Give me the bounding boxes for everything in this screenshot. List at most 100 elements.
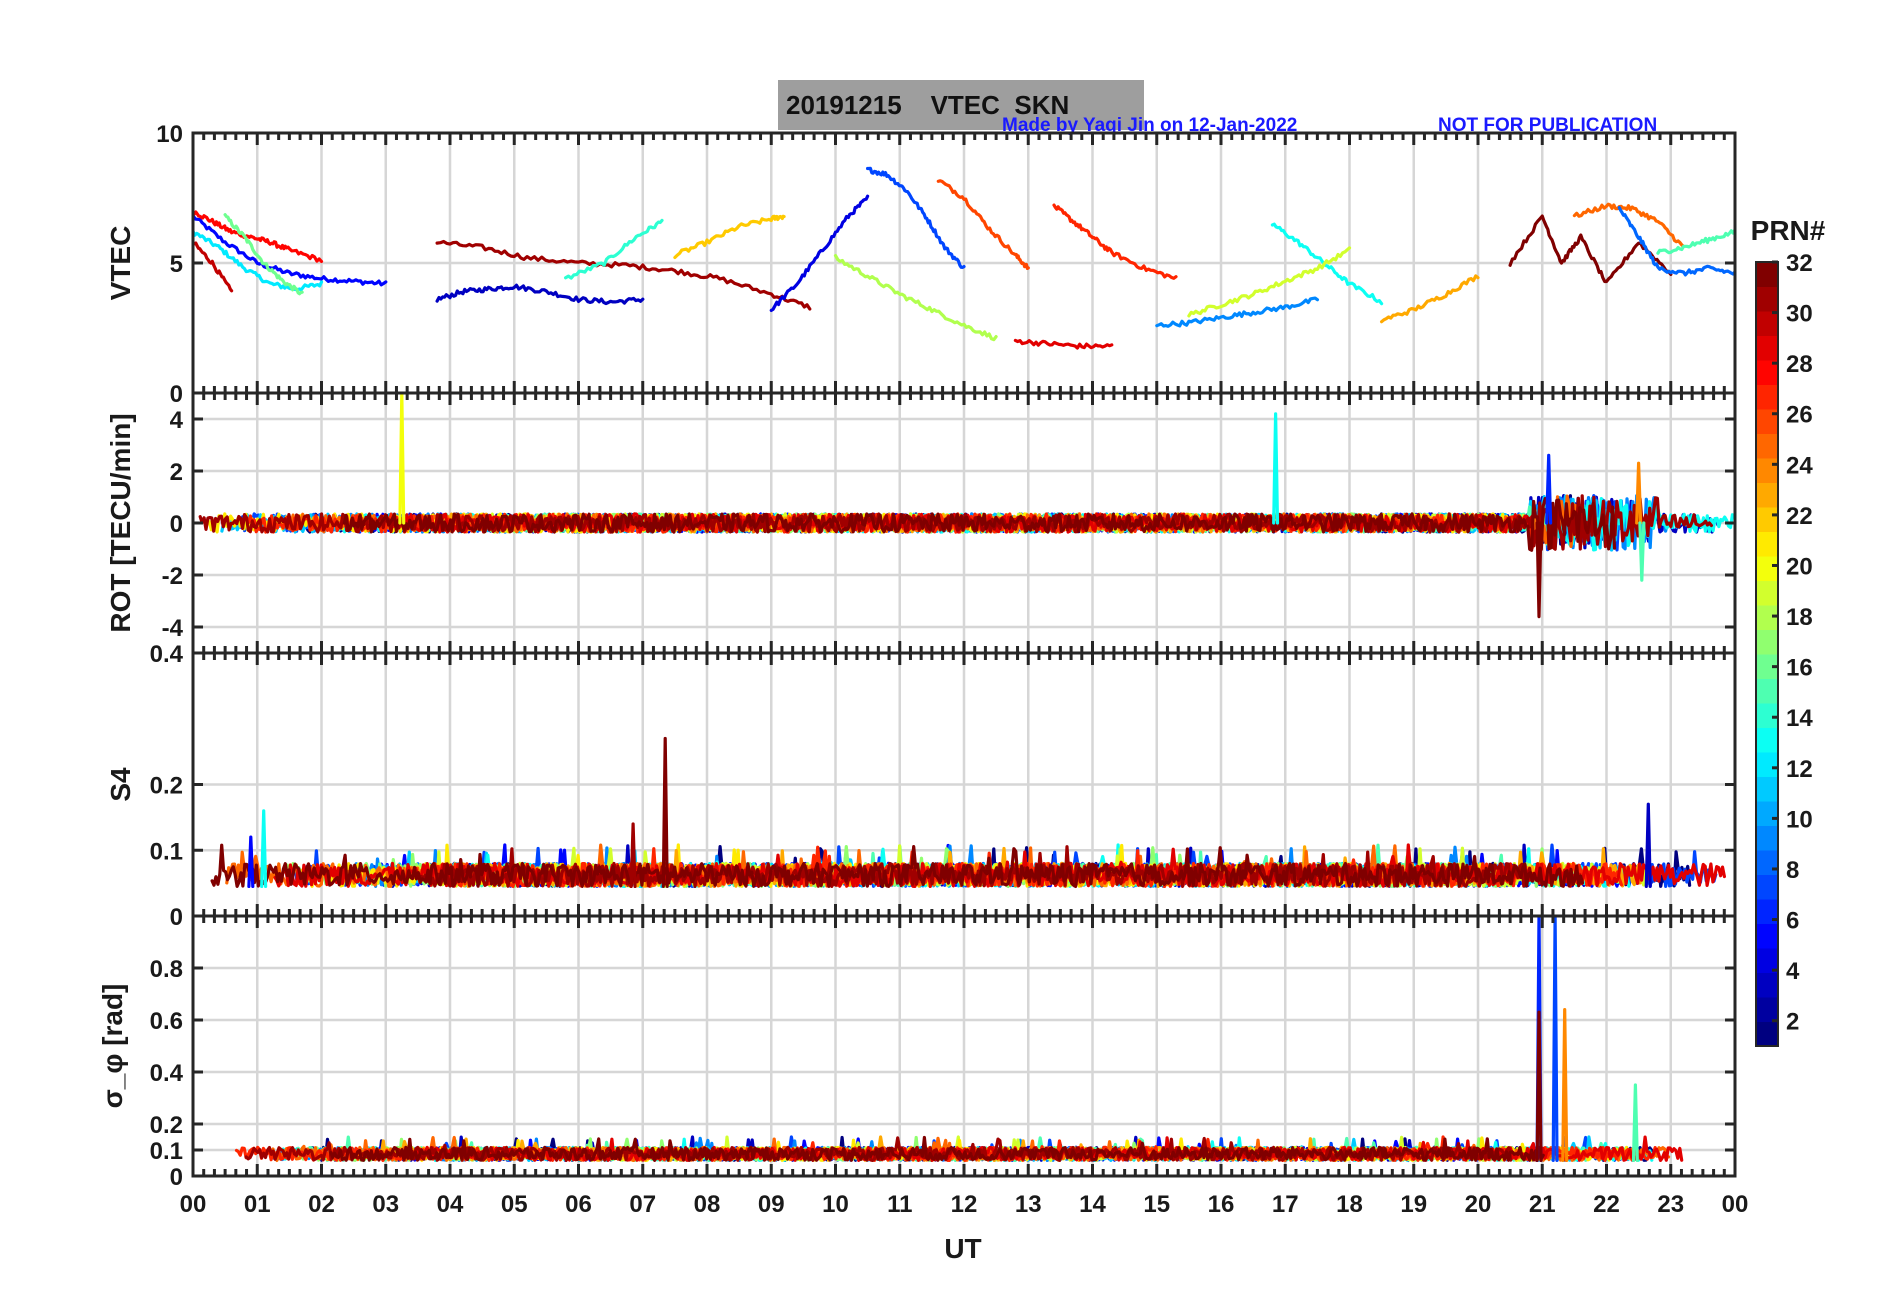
colorbar-segment bbox=[1756, 776, 1778, 802]
colorbar-segment bbox=[1756, 997, 1778, 1022]
colorbar-tick-label: 16 bbox=[1786, 655, 1813, 682]
y-tick-label: -2 bbox=[162, 563, 183, 590]
vtec-y-axis-label: VTEC bbox=[105, 226, 136, 301]
x-tick-label: 11 bbox=[887, 1191, 912, 1218]
x-tick-label: 00 bbox=[1722, 1191, 1749, 1218]
y-tick-label: 0.1 bbox=[150, 838, 183, 865]
colorbar-tick-label: 32 bbox=[1786, 250, 1813, 277]
colorbar-segment bbox=[1756, 507, 1778, 532]
colorbar-segment bbox=[1756, 531, 1778, 557]
x-tick-label: 22 bbox=[1593, 1191, 1620, 1218]
y-tick-label: 4 bbox=[170, 407, 184, 434]
x-tick-label: 09 bbox=[758, 1191, 785, 1218]
colorbar-segment bbox=[1756, 678, 1778, 704]
vtec-trace-prn-19 bbox=[1187, 246, 1352, 318]
vtec-grid bbox=[191, 131, 1737, 395]
colorbar-segment bbox=[1756, 311, 1778, 336]
x-tick-label: 16 bbox=[1208, 1191, 1235, 1218]
colorbar-tick-label: 2 bbox=[1786, 1009, 1799, 1036]
x-tick-label: 21 bbox=[1529, 1191, 1556, 1218]
colorbar: 2468101214161820222426283032 bbox=[1755, 250, 1813, 1047]
vtec-trace-prn-22 bbox=[673, 214, 786, 260]
vtec-y-ticks: 0 5 10 bbox=[156, 121, 1735, 408]
colorbar-tick-label: 6 bbox=[1786, 908, 1799, 935]
colorbar-segment bbox=[1756, 923, 1778, 949]
panels: 0510VTEC-4-2024ROT [TECU/min]00.10.20.4S… bbox=[97, 121, 1737, 1191]
x-tick-label: 07 bbox=[629, 1191, 656, 1218]
colorbar-title: PRN# bbox=[1751, 215, 1826, 246]
colorbar-tick-label: 30 bbox=[1786, 301, 1813, 328]
vtec-trace-prn-23 bbox=[1380, 274, 1480, 324]
y-tick-label: 0.2 bbox=[150, 1112, 183, 1139]
colorbar-tick-label: 12 bbox=[1786, 756, 1813, 783]
colorbar-segment bbox=[1756, 703, 1778, 728]
s4-spike-prn-13 bbox=[260, 809, 268, 888]
x-tick-label: 14 bbox=[1079, 1191, 1106, 1218]
rot-spike-prn-13 bbox=[1272, 412, 1280, 525]
y-tick-label: 5 bbox=[170, 251, 183, 278]
x-tick-label: 17 bbox=[1272, 1191, 1299, 1218]
x-tick-label: 05 bbox=[501, 1191, 528, 1218]
vtec-trace-prn-3 bbox=[435, 283, 645, 306]
x-tick-label: 15 bbox=[1143, 1191, 1170, 1218]
s4-y-axis-label: S4 bbox=[105, 767, 136, 802]
vtec-trace-prn-4 bbox=[769, 194, 870, 312]
colorbar-segment bbox=[1756, 482, 1778, 508]
colorbar-segment bbox=[1756, 972, 1778, 998]
y-tick-label: 0.8 bbox=[150, 956, 183, 983]
x-tick-label: 06 bbox=[565, 1191, 592, 1218]
colorbar-tick-label: 8 bbox=[1786, 857, 1799, 884]
x-tick-label: 12 bbox=[951, 1191, 978, 1218]
y-tick-label: 0 bbox=[170, 1164, 183, 1191]
x-tick-label: 03 bbox=[372, 1191, 399, 1218]
colorbar-segment bbox=[1756, 335, 1778, 361]
colorbar-tick-label: 26 bbox=[1786, 402, 1813, 429]
x-tick-labels: 00 01 02 03 04 05 06 07 08 09 10 11 12 13 14 15 16 17 18 19… bbox=[180, 1191, 1749, 1218]
colorbar-tick-label: 20 bbox=[1786, 553, 1813, 580]
colorbar-segment bbox=[1756, 384, 1778, 410]
colorbar-segment bbox=[1756, 1021, 1778, 1047]
vtec-trace-prn-18 bbox=[833, 254, 998, 342]
sigma_phi-y-axis-label: σ_φ [rad] bbox=[97, 984, 128, 1109]
colorbar-segment bbox=[1756, 874, 1778, 900]
x-tick-label: 01 bbox=[244, 1191, 271, 1218]
rot-traces bbox=[198, 393, 1734, 619]
colorbar-segment bbox=[1756, 825, 1778, 851]
y-tick-label: 0 bbox=[170, 381, 183, 408]
vtec-trace-prn-31 bbox=[435, 239, 812, 311]
sigma_phi-spike-prn-32 bbox=[1535, 1010, 1543, 1162]
panel-s4: 0 0.1 0.2 0.4 S4 bbox=[105, 641, 1737, 931]
colorbar-tick-label: 24 bbox=[1786, 452, 1813, 479]
x-tick-label: 20 bbox=[1465, 1191, 1492, 1218]
colorbar-tick-label: 10 bbox=[1786, 806, 1813, 833]
x-tick-label: 02 bbox=[308, 1191, 335, 1218]
x-tick-label: 04 bbox=[437, 1191, 464, 1218]
y-tick-label: 0.4 bbox=[150, 641, 184, 668]
figure: 20191215 VTEC SKN Made by Yaqi Jin on 12… bbox=[97, 80, 1826, 1264]
y-tick-label: 0.6 bbox=[150, 1008, 183, 1035]
colorbar-segment bbox=[1756, 629, 1778, 655]
vtec-trace-prn-7 bbox=[866, 166, 966, 269]
colorbar-segment bbox=[1756, 262, 1778, 287]
y-tick-label: -4 bbox=[162, 615, 184, 642]
x-tick-label: 23 bbox=[1657, 1191, 1684, 1218]
s4-y-ticks: 0 0.1 0.2 0.4 bbox=[150, 641, 1735, 931]
colorbar-segment bbox=[1756, 433, 1778, 459]
colorbar-tick-label: 18 bbox=[1786, 604, 1813, 631]
colorbar-segment bbox=[1756, 752, 1778, 777]
panel-vtec: 0 5 10 VTEC bbox=[105, 121, 1737, 408]
x-tick-label: 18 bbox=[1336, 1191, 1363, 1218]
colorbar-tick-label: 14 bbox=[1786, 705, 1813, 732]
y-tick-label: 0 bbox=[170, 904, 183, 931]
panel-sigma_phi: 00.10.2 0.4 0.6 0.8 σ_φ [rad] bbox=[97, 914, 1737, 1191]
colorbar-segment bbox=[1756, 286, 1778, 312]
colorbar-segment bbox=[1756, 801, 1778, 826]
y-tick-label: 0 bbox=[170, 511, 183, 538]
panel-rot: -4 -2 0 2 4 ROT [TECU/min] bbox=[105, 391, 1737, 655]
y-tick-label: 0.2 bbox=[150, 773, 183, 800]
y-tick-label: 10 bbox=[156, 121, 183, 148]
colorbar-tick-label: 4 bbox=[1786, 958, 1800, 985]
vtec-trace-prn-29 bbox=[1013, 338, 1114, 350]
y-tick-label: 2 bbox=[170, 459, 183, 486]
colorbar-segment bbox=[1756, 458, 1778, 483]
